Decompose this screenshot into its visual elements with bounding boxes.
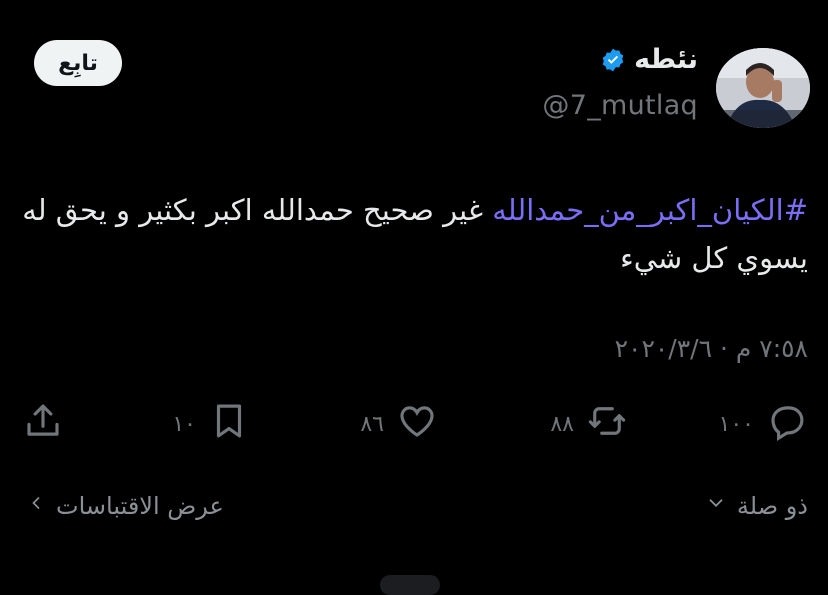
author-name-row[interactable]: نئطه xyxy=(600,44,698,75)
avatar-photo xyxy=(716,48,810,128)
share-button[interactable] xyxy=(22,400,64,448)
chevron-left-icon xyxy=(26,492,46,520)
chevron-down-icon xyxy=(705,492,727,520)
retweet-button[interactable]: ٨٨ xyxy=(550,400,628,448)
tweet-hashtag-link[interactable]: #الكيان_اكبر_من_حمدالله xyxy=(492,193,808,227)
related-label: ذو صلة xyxy=(736,492,808,520)
bottom-overflow-hint xyxy=(380,575,440,595)
heart-icon xyxy=(396,400,438,448)
reply-count: ١٠٠ xyxy=(718,411,754,437)
retweet-count: ٨٨ xyxy=(550,411,574,437)
bookmark-button[interactable]: ١٠ xyxy=(172,400,250,448)
tweet-text: #الكيان_اكبر_من_حمدالله غير صحيح حمدالله… xyxy=(20,186,808,282)
bookmark-icon xyxy=(208,400,250,448)
tweet-timestamp[interactable]: ٧:٥٨ م · ٢٠٢٠/٣/٦ xyxy=(615,334,808,363)
bookmark-count: ١٠ xyxy=(172,411,196,437)
follow-button[interactable]: تابِع xyxy=(34,40,122,86)
verified-badge-icon xyxy=(600,47,626,73)
like-button[interactable]: ٨٦ xyxy=(360,400,438,448)
view-quotes-link[interactable]: عرض الاقتباسات xyxy=(26,492,224,520)
reply-button[interactable]: ١٠٠ xyxy=(719,400,808,448)
author-handle[interactable]: @7_mutlaq xyxy=(542,90,698,121)
avatar[interactable] xyxy=(716,48,810,128)
reply-icon xyxy=(766,400,808,448)
share-icon xyxy=(22,400,64,448)
view-quotes-label: عرض الاقتباسات xyxy=(56,492,224,520)
related-dropdown[interactable]: ذو صلة xyxy=(705,492,808,520)
author-display-name[interactable]: نئطه xyxy=(634,44,698,75)
retweet-icon xyxy=(586,400,628,448)
like-count: ٨٦ xyxy=(360,411,384,437)
